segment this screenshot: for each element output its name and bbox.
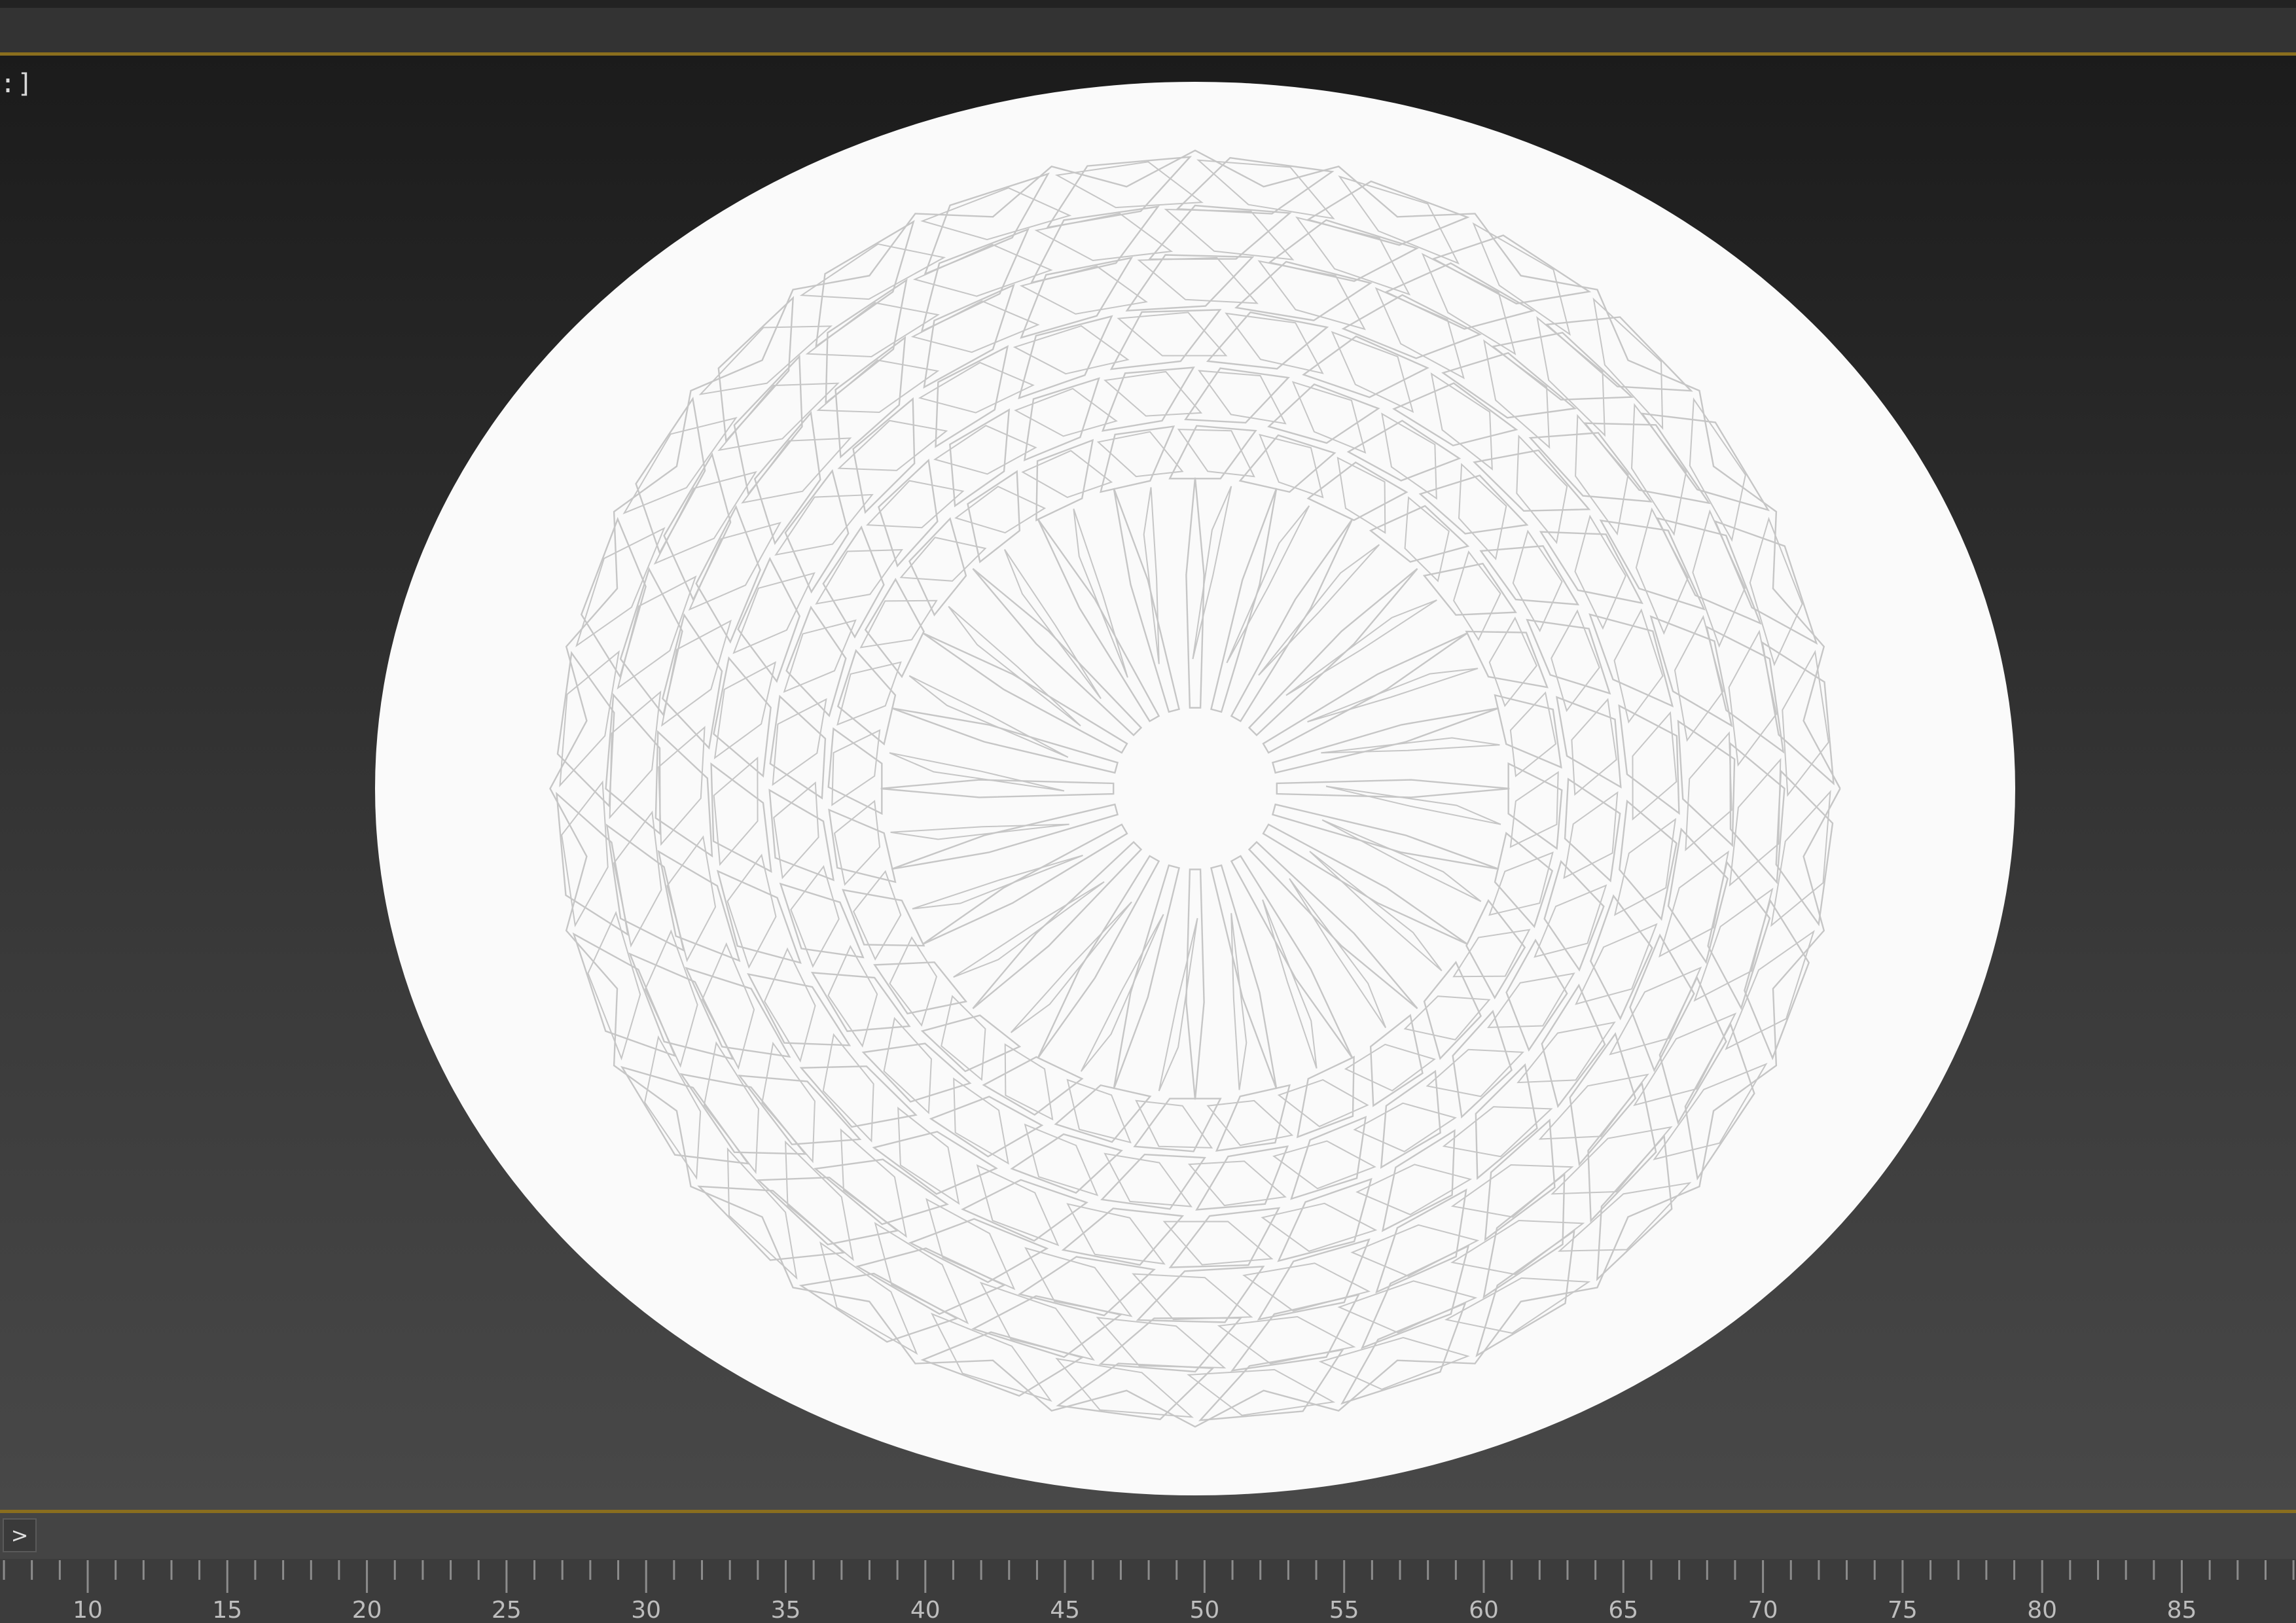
expand-track-button[interactable]: > <box>3 1518 37 1552</box>
ruler-label: 75 <box>1888 1597 1918 1623</box>
ruler-label: 25 <box>492 1597 522 1623</box>
ruler-label: 30 <box>631 1597 661 1623</box>
ruler-label: 45 <box>1050 1597 1080 1623</box>
ruler-label: 85 <box>2167 1597 2197 1623</box>
viewport-scene[interactable] <box>0 56 2296 1513</box>
ruler-label: 60 <box>1469 1597 1499 1623</box>
circular-panel[interactable] <box>375 82 2015 1495</box>
ruler-label: 40 <box>910 1597 941 1623</box>
toolbar-shadow <box>0 0 2296 8</box>
ruler-label: 55 <box>1329 1597 1359 1623</box>
ruler-label: 20 <box>352 1597 382 1623</box>
ruler-label: 35 <box>771 1597 801 1623</box>
top-toolbar-strip <box>0 0 2296 52</box>
panel-disc[interactable] <box>375 82 2015 1495</box>
ruler-label: 50 <box>1189 1597 1219 1623</box>
ruler-label: 70 <box>1748 1597 1778 1623</box>
ruler-label: 10 <box>73 1597 103 1623</box>
time-slider-ruler[interactable]: 10 15 20 25 30 35 40 45 50 55 60 65 70 75 80 85 <box>0 1559 2296 1623</box>
track-bar: > <box>0 1513 2296 1559</box>
ruler-label: 15 <box>212 1597 242 1623</box>
ruler-ticks: 10 15 20 25 30 35 40 45 50 55 60 65 70 75 80 85 <box>3 1560 2295 1623</box>
ruler-label: 65 <box>1608 1597 1638 1623</box>
ruler-label: 80 <box>2027 1597 2057 1623</box>
viewport[interactable]: :] <box>0 52 2296 1513</box>
